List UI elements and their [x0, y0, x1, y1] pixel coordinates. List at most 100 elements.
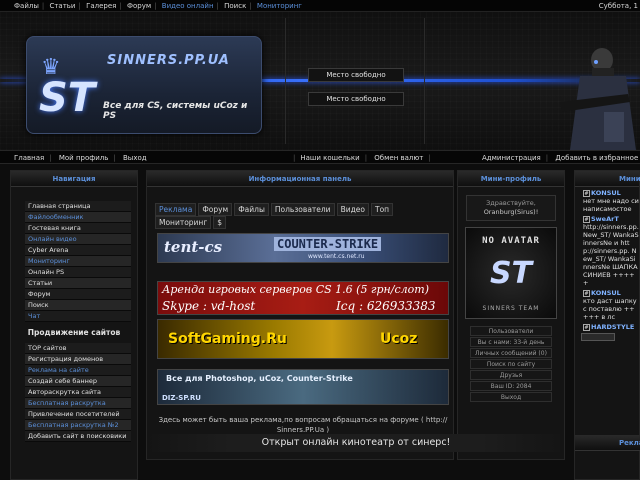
- chat-nick[interactable]: SweArT: [591, 215, 619, 223]
- subnav-exchange[interactable]: Обмен валют: [374, 154, 423, 162]
- promo-menu-item[interactable]: Реклама на сайте: [25, 365, 131, 376]
- chat-nick[interactable]: HARDSTYLE: [591, 323, 634, 331]
- nav-menu-item[interactable]: Статьи: [25, 278, 131, 289]
- avatar-mark: ST: [489, 256, 533, 291]
- profile-username[interactable]: Oranburg(Sirus)!: [470, 208, 552, 217]
- nav-menu-item[interactable]: Cyber Arena: [25, 245, 131, 256]
- profile-messages-link[interactable]: Личных сообщений (0): [470, 348, 552, 358]
- chat-message: # HARDSTYLE: [575, 321, 639, 331]
- banner-softgaming[interactable]: SoftGaming.Ru Ucoz: [157, 319, 449, 359]
- number-icon: #: [583, 190, 590, 197]
- promo-menu-item[interactable]: Создай себе баннер: [25, 376, 131, 387]
- tab-money[interactable]: $: [213, 216, 227, 229]
- tab-monitoring[interactable]: Мониторинг: [155, 216, 212, 229]
- top-nav-search[interactable]: Поиск: [224, 2, 246, 10]
- chat-select[interactable]: [581, 333, 615, 341]
- banner-tent-cs-title: COUNTER-STRIKE: [274, 237, 382, 251]
- nav-menu-item[interactable]: Форум: [25, 289, 131, 300]
- banner-diz-sp[interactable]: Все для Photoshop, uCoz, Counter-Strike …: [157, 369, 449, 405]
- nav-menu-item[interactable]: Мониторинг: [25, 256, 131, 267]
- tab-users[interactable]: Пользователи: [270, 203, 335, 216]
- right-bottom-block: Рекла: [575, 435, 640, 451]
- logo-tagline: Все для CS, системы uCoz и PS: [103, 101, 248, 121]
- tab-ads[interactable]: Реклама: [155, 203, 197, 216]
- number-icon: #: [583, 324, 590, 331]
- nav-menu-item[interactable]: Главная страница: [25, 201, 131, 212]
- mini-profile: Мини-профиль Здравствуйте, Oranburg(Siru…: [457, 170, 565, 460]
- subnav-admins[interactable]: Администрация: [482, 154, 541, 162]
- subnav-wallets[interactable]: Наши кошельки: [300, 154, 359, 162]
- subnav-left: Главная | Мой профиль | Выход: [14, 154, 147, 162]
- banner-tent-cs-logo: tent-cs: [164, 238, 223, 256]
- tab-video[interactable]: Видео: [336, 203, 369, 216]
- subnav-profile[interactable]: Мой профиль: [59, 154, 109, 162]
- chat-nick[interactable]: KONSUL: [591, 289, 621, 297]
- subnav-home[interactable]: Главная: [14, 154, 44, 162]
- nav-menu-item[interactable]: Поиск: [25, 300, 131, 311]
- nav-menu-item[interactable]: Гостевая книга: [25, 223, 131, 234]
- profile-site-search-link[interactable]: Поиск по сайту: [470, 359, 552, 369]
- number-icon: #: [583, 290, 590, 297]
- ad-slot-2[interactable]: Место свободно: [308, 92, 404, 106]
- subnav-favorites[interactable]: Добавить в избранное: [555, 154, 638, 162]
- promo-menu-item[interactable]: Привлечение посетителей: [25, 409, 131, 420]
- top-nav-gallery[interactable]: Галерея: [86, 2, 116, 10]
- avatar: NO AVATAR ST SINNERS TEAM: [465, 227, 557, 319]
- banner-rental-skype: Skype : vd-host: [162, 299, 256, 313]
- mini-profile-title: Мини-профиль: [458, 171, 564, 187]
- promo-menu-item[interactable]: Добавить сайт в поисковики: [25, 431, 131, 442]
- promo-menu-item[interactable]: Бесплатная раскрутка: [25, 398, 131, 409]
- chat-text: http://sinners.pp. New_ST/ WankaSinnersN…: [583, 223, 639, 287]
- promo-menu-item[interactable]: Регистрация доменов: [25, 354, 131, 365]
- banner-server-rental[interactable]: Аренда игровых серверов CS 1.6 (5 грн/сл…: [157, 281, 449, 315]
- navigation-menu: Главная страница Файлообменник Гостевая кн…: [11, 201, 137, 322]
- promotion-menu: TOP сайтов Регистрация доменов Реклама на …: [11, 343, 137, 442]
- promotion-title: Продвижение сайтов: [27, 328, 121, 337]
- profile-days-online: Вы с нами: 33-й день: [470, 337, 552, 347]
- subnav-right: Администрация| Добавить в избранное|: [482, 154, 639, 162]
- nav-menu-item[interactable]: Онлайн PS: [25, 267, 131, 278]
- logo-site-name: SINNERS.PP.UA: [107, 53, 230, 68]
- tab-top[interactable]: Топ: [370, 203, 394, 216]
- site-header: ♛ SINNERS.PP.UA ST Все для CS, системы u…: [0, 12, 640, 150]
- top-navigation: Файлы | Статьи | Галерея | Форум | Видео онл…: [0, 0, 640, 12]
- header-ad-panel: Место свободно Место свободно: [285, 18, 425, 144]
- profile-greeting: Здравствуйте, Oranburg(Sirus)!: [466, 195, 556, 221]
- banner-tent-cs[interactable]: tent-cs COUNTER-STRIKE www.tent.cs.net.r…: [157, 233, 449, 263]
- soldier-image: [560, 48, 636, 150]
- ad-slot-1[interactable]: Место свободно: [308, 68, 404, 82]
- tab-forum[interactable]: Форум: [198, 203, 233, 216]
- info-panel-title: Информационная панель: [147, 171, 453, 187]
- top-nav-files[interactable]: Файлы: [14, 2, 39, 10]
- banner-diz-sp-text: Все для Photoshop, uCoz, Counter-Strike: [166, 374, 353, 383]
- chat-message: # SweArT http://sinners.pp. New_ST/ Wanka…: [575, 213, 639, 287]
- profile-logout-link[interactable]: Выход: [470, 392, 552, 402]
- top-nav-articles[interactable]: Статьи: [49, 2, 75, 10]
- top-nav-video[interactable]: Видео онлайн: [162, 2, 214, 10]
- subnav-logout[interactable]: Выход: [123, 154, 147, 162]
- navigation-title: Навигация: [11, 171, 137, 187]
- logo-mark: ST: [39, 75, 96, 121]
- profile-friends-link[interactable]: Друзья: [470, 370, 552, 380]
- banner-softgaming-ucoz: Ucoz: [380, 331, 418, 347]
- cinema-announcement[interactable]: Открыт онлайн кинотеатр от синерс!: [146, 434, 566, 452]
- nav-menu-item[interactable]: Онлайн видео: [25, 234, 131, 245]
- profile-users-link[interactable]: Пользователи: [470, 326, 552, 336]
- top-nav-monitoring[interactable]: Мониторинг: [257, 2, 302, 10]
- info-panel: Информационная панель Реклама Форум Файлы П…: [146, 170, 454, 460]
- promo-menu-item[interactable]: TOP сайтов: [25, 343, 131, 354]
- avatar-team: SINNERS TEAM: [482, 305, 540, 312]
- chat-nick[interactable]: KONSUL: [591, 189, 621, 197]
- site-logo[interactable]: ♛ SINNERS.PP.UA ST Все для CS, системы u…: [26, 36, 262, 134]
- left-sidebar: Навигация Главная страница Файлообменник Г…: [10, 170, 138, 480]
- nav-menu-item[interactable]: Файлообменник: [25, 212, 131, 223]
- nav-menu-item[interactable]: Чат: [25, 311, 131, 322]
- promo-menu-item[interactable]: Бесплатная раскрутка №2: [25, 420, 131, 431]
- top-nav-forum[interactable]: Форум: [127, 2, 151, 10]
- number-icon: #: [583, 216, 590, 223]
- banner-diz-sp-site: DIZ-SP.RU: [162, 394, 201, 402]
- tab-files[interactable]: Файлы: [234, 203, 269, 216]
- banner-rental-icq: Icq : 626933383: [336, 299, 436, 313]
- banner-softgaming-title: SoftGaming.Ru: [168, 331, 287, 347]
- promo-menu-item[interactable]: Автораскрутка сайта: [25, 387, 131, 398]
